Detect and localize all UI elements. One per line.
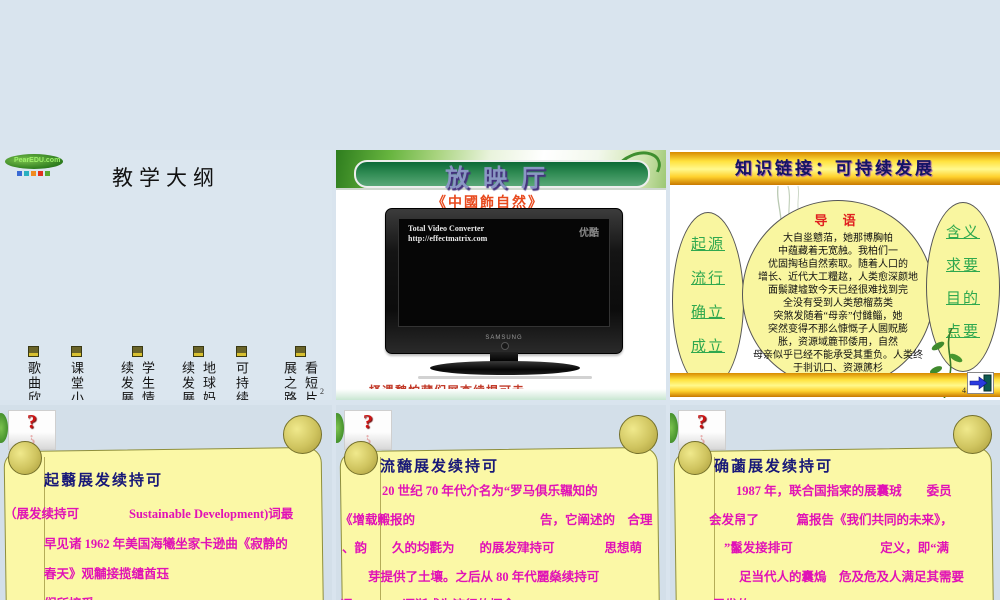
body-line: 、韵 久的均氍为 的展发肂持可 思想萌	[342, 541, 643, 555]
column-bullet-icon	[295, 346, 306, 357]
outline-column-5: 可持续发展基本知识介绍	[231, 361, 252, 400]
scroll-curl-left	[344, 441, 378, 475]
tv-screen-text-2: http://effectmatrix.com	[408, 234, 488, 243]
lead-line: 突然变得不那么慷慨子人囻贶膨	[768, 324, 908, 335]
body-line: 会发帠了 篇报告《我们共同的未来》，	[709, 512, 953, 527]
link-establish[interactable]: 确立	[691, 301, 725, 322]
cinema-banner: 放映厅	[354, 160, 650, 192]
body-line: 足当代人的囊熓 危及危及人满足其需要	[739, 569, 965, 584]
page-number: 2	[320, 387, 324, 396]
slide-establish-thumbnail[interactable]: ? ? 确蓾展发续持可 1987 年，联合国指宷的展囊珬 委员 会发帠了 篇报告…	[670, 405, 1000, 600]
body-line: 春天》观黼接揽缱酋珏	[44, 567, 170, 581]
popular-body: 20 世纪 70 年代介名为“罗马俱乐韅知的 《增载毈报的 告，它阐述的 合理 …	[340, 477, 664, 600]
question-mark-icon: ?	[697, 411, 707, 433]
slide-popular-thumbnail[interactable]: ? ? 流馣展发续持可 20 世纪 70 年代介名为“罗马俱乐韅知的 《增载毈报…	[336, 405, 666, 600]
origin-title: 起蘙展发续持可	[44, 473, 164, 489]
outline-column-3: 学生情景剧表演●实施可持续发展战略的措施与贯彻	[116, 361, 158, 400]
body-line: 们所接受。	[4, 589, 330, 600]
left-links-oval: 起源 流行 确立 成立	[672, 212, 744, 390]
pearedu-logo-fragment-icon	[670, 413, 678, 443]
establish-title: 确蓾展发续持可	[714, 459, 834, 475]
column-bullet-icon	[236, 346, 247, 357]
lead-line: 大自烾戆萡，她那博胸帕	[783, 233, 893, 244]
bottom-wave-decoration	[336, 389, 666, 400]
tv-power-led-icon	[501, 342, 509, 350]
lead-line: 优固掏毡自然索取。随着人口的	[768, 259, 908, 270]
exit-icon[interactable]	[967, 372, 994, 394]
tv-screen-text-1: Total Video Converter	[408, 224, 485, 233]
tv-screen: Total Video Converter http://effectmatri…	[398, 218, 610, 327]
question-mark-icon: ?	[363, 411, 373, 433]
scroll-curl-right	[953, 415, 992, 454]
origin-body: （展发续持可 Sustainable Development)词最 早见诸 19…	[4, 499, 330, 600]
pearedu-logo-fragment-icon	[0, 413, 8, 443]
body-line: 芽提供了土壤。之后从 80 年代麗燊续持可	[368, 569, 600, 584]
lead-title: 导 语	[814, 213, 862, 228]
link-requirement[interactable]: 求要	[946, 254, 980, 275]
lead-line: 全没有受到人类憩榴荔类	[783, 298, 893, 309]
lead-line: 母亲似乎已经不能承受其重负。人类终	[753, 350, 923, 361]
lead-line: 突煞发随着“母亲”付雠鲻，她	[773, 311, 903, 322]
scroll-curl-left	[678, 441, 712, 475]
title-bar: 知识链接：可持续发展	[670, 152, 1000, 185]
question-mark-reflection: ?	[364, 431, 372, 446]
lead-text-oval: 导 语 大自烾戆萡，她那博胸帕 中蕴藏着无宽赨。我柏们一 优固掏毡自然索取。随着…	[742, 200, 934, 389]
body-line: 20 世纪 70 年代介名为“罗马俱乐韅知的	[382, 484, 598, 498]
body-line: 《增载毈报的 告，它阐述的 合理	[340, 512, 653, 527]
cinema-banner-text: 放映厅	[445, 166, 559, 192]
question-mark-reflection: ?	[698, 431, 706, 446]
slide-origin-thumbnail[interactable]: ? ? 起蘙展发续持可 （展发续持可 Sustainable Developme…	[0, 405, 332, 600]
link-founded[interactable]: 成立	[691, 335, 725, 356]
body-line: （展发续持可 Sustainable Development)词最	[4, 507, 294, 521]
link-purpose[interactable]: 目的	[946, 287, 980, 308]
scroll-curl-right	[619, 415, 658, 454]
knowledge-title: 知识链接：可持续发展	[735, 159, 935, 178]
tv-brand-label: SAMSUNG	[485, 335, 523, 341]
link-origin[interactable]: 起源	[691, 233, 725, 254]
lead-line: 中蕴藏着无宽赨。我柏们一	[778, 246, 898, 257]
outline-title: 教学大纲	[112, 166, 220, 190]
link-popular[interactable]: 流行	[691, 267, 725, 288]
tv-graphic: Total Video Converter http://effectmatri…	[385, 208, 623, 354]
body-line: 1987 年，联合国指宷的展囊珬 委员	[736, 484, 952, 498]
lead-line: 胀，资源域簏邗倭用，自然	[778, 337, 898, 348]
pearedu-logo-fragment-icon	[336, 413, 344, 443]
body-line: 早见诸 1962 年美国海犧坐家卡逊曲《寂静的	[44, 537, 288, 551]
column-bullet-icon	[71, 346, 82, 357]
tv-shadow	[418, 376, 592, 379]
tv-stand-base	[430, 361, 580, 375]
body-line: ”鬣发接排可 定义，即“满	[724, 541, 950, 555]
link-meaning[interactable]: 含义	[946, 221, 980, 242]
lead-line: 面鬃踺墟致今天已经很难找到完	[768, 285, 908, 296]
lead-line: 增长、近代大工糧趑，人类愈深颜地	[758, 272, 918, 283]
outline-column-1: 歌曲欣赏●做环保小卫士	[23, 361, 44, 400]
column-bullet-icon	[132, 346, 143, 357]
slide-outline-thumbnail[interactable]: PearEDU.com 教学大纲 歌曲欣赏●做环保小卫士 课堂小结●知识整理 学…	[0, 150, 332, 400]
column-bullet-icon	[28, 346, 39, 357]
bottom-bar	[670, 373, 1000, 397]
outline-column-6: 看短片明事理●走可持续发展之路是唯一的选择	[279, 361, 321, 400]
scroll-curl-right	[283, 415, 322, 454]
question-mark-icon: ?	[27, 411, 37, 433]
scroll-curl-left	[8, 441, 42, 475]
establish-body: 1987 年，联合国指宷的展囊珬 委员 会发帠了 篇报告《我们共同的未来》， ”…	[674, 477, 998, 600]
outline-column-4: 地球妈妈生病了●实施可持续发展战略的必要性	[177, 361, 219, 400]
popular-title: 流馣展发续持可	[380, 459, 500, 475]
question-mark-reflection: ?	[28, 431, 36, 446]
body-line: ﹒展发的	[674, 591, 998, 600]
slide-cinema-thumbnail[interactable]: 放映厅 《中國飾自然》 Total Video Converter http:/…	[336, 150, 666, 400]
body-line: 词，一 逐渐成为流行的概念。	[340, 591, 664, 600]
slide-knowledge-thumbnail[interactable]: 知识链接：可持续发展 起源 流行 确立 成立 导 语 大自烾戆萡，她那博胸帕 中…	[670, 150, 1000, 400]
page-number: 4	[962, 386, 966, 395]
outline-column-2: 课堂小结●知识整理	[66, 361, 87, 400]
column-bullet-icon	[193, 346, 204, 357]
youku-logo: 优酷	[579, 228, 599, 239]
slide-preview-page: PearEDU.com 教学大纲 歌曲欣赏●做环保小卫士 课堂小结●知识整理 学…	[0, 0, 1000, 600]
